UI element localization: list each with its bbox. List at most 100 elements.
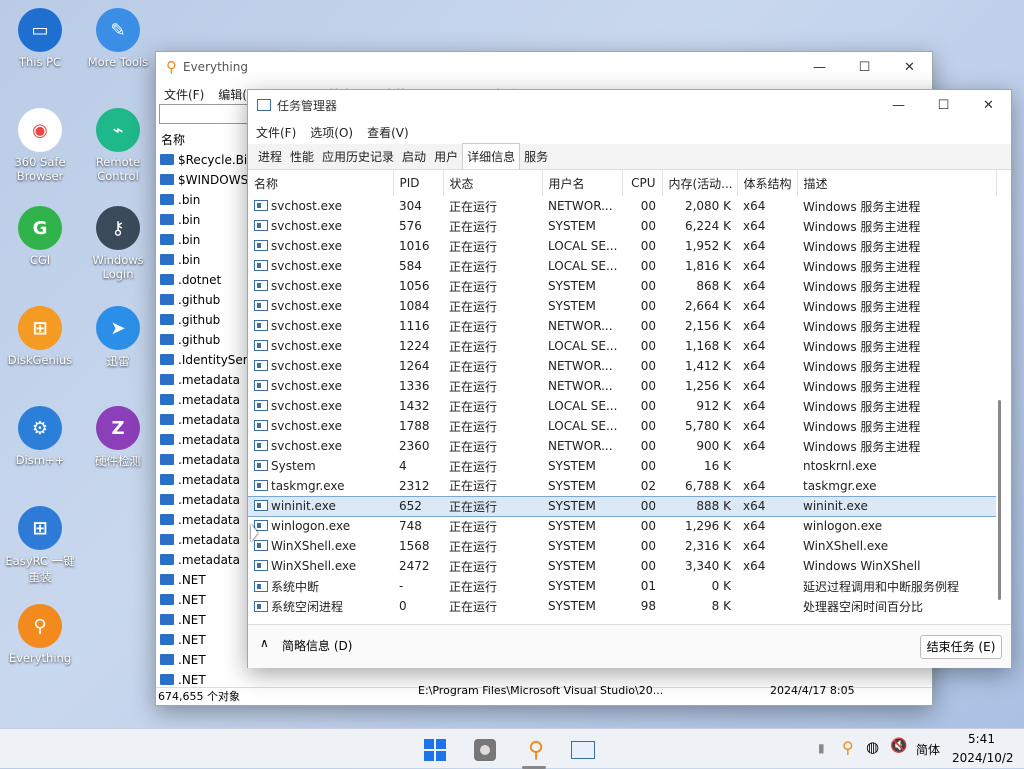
column-header-name[interactable]: 名称 bbox=[156, 130, 248, 150]
list-item[interactable]: $WINDOWS.~BT bbox=[156, 170, 248, 190]
end-task-button[interactable]: 结束任务 (E) bbox=[920, 635, 1002, 659]
table-row[interactable]: svchost.exe 1056 正在运行 SYSTEM 00 868 K x64 Windo… bbox=[248, 276, 996, 296]
chevron-up-icon[interactable]: ∧ bbox=[260, 636, 269, 650]
scrollbar-thumb[interactable] bbox=[998, 400, 1001, 600]
list-item[interactable]: .metadata bbox=[156, 470, 248, 490]
table-row[interactable]: svchost.exe 1336 正在运行 NETWOR... 00 1,256 K x64… bbox=[248, 376, 996, 396]
tab[interactable]: 应用历史记录 bbox=[318, 144, 398, 169]
column-header[interactable]: 内存(活动... bbox=[662, 170, 738, 196]
list-item[interactable]: .bin bbox=[156, 250, 248, 270]
minimize-icon[interactable]: — bbox=[876, 90, 921, 120]
list-item[interactable]: .metadata bbox=[156, 410, 248, 430]
table-row[interactable]: svchost.exe 1264 正在运行 NETWOR... 00 1,412 K x64… bbox=[248, 356, 996, 376]
table-row[interactable]: svchost.exe 576 正在运行 SYSTEM 00 6,224 K x64 Wind… bbox=[248, 216, 996, 236]
menu-item[interactable]: 文件(F) bbox=[164, 86, 204, 103]
desktop-icon[interactable]: Z 硬件检测 bbox=[78, 406, 158, 469]
list-item[interactable]: .metadata bbox=[156, 450, 248, 470]
maximize-icon[interactable]: ☐ bbox=[842, 52, 887, 82]
list-item[interactable]: .metadata bbox=[156, 530, 248, 550]
desktop-icon[interactable]: ✎ More Tools bbox=[78, 8, 158, 69]
list-item[interactable]: .github bbox=[156, 290, 248, 310]
column-header[interactable]: 名称 bbox=[248, 170, 394, 196]
desktop-icon[interactable]: ⊞ EasyRC 一键重装 bbox=[0, 506, 80, 585]
desktop-icon[interactable]: G CGI bbox=[0, 206, 80, 267]
list-item[interactable]: .NET bbox=[156, 610, 248, 630]
tab[interactable]: 启动 bbox=[398, 144, 430, 169]
list-item[interactable]: .NET bbox=[156, 590, 248, 610]
list-item[interactable]: .bin bbox=[156, 230, 248, 250]
desktop-icon[interactable]: ◉ 360 Safe Browser bbox=[0, 108, 80, 183]
brief-info-link[interactable]: 简略信息 (D) bbox=[282, 637, 352, 654]
list-item[interactable]: .metadata bbox=[156, 370, 248, 390]
table-row[interactable]: winlogon.exe 748 正在运行 SYSTEM 00 1,296 K x64 win… bbox=[248, 516, 996, 536]
table-row[interactable]: svchost.exe 1016 正在运行 LOCAL SE... 00 1,952 K x… bbox=[248, 236, 996, 256]
table-row[interactable]: 系统中断 - 正在运行 SYSTEM 01 0 K 延迟过程调用和中断服务例程 bbox=[248, 576, 996, 596]
list-item[interactable]: .NET bbox=[156, 650, 248, 670]
column-header[interactable]: CPU bbox=[622, 170, 663, 196]
tab[interactable]: 服务 bbox=[520, 144, 552, 169]
table-row[interactable]: svchost.exe 1224 正在运行 LOCAL SE... 00 1,168 K x… bbox=[248, 336, 996, 356]
start-icon[interactable] bbox=[422, 737, 448, 763]
table-row[interactable]: svchost.exe 1788 正在运行 LOCAL SE... 00 5,780 K x… bbox=[248, 416, 996, 436]
taskmgr-taskbar-icon[interactable] bbox=[570, 737, 596, 763]
list-item[interactable]: .metadata bbox=[156, 510, 248, 530]
list-item[interactable]: .bin bbox=[156, 210, 248, 230]
tab[interactable]: 进程 bbox=[254, 144, 286, 169]
minimize-icon[interactable]: — bbox=[797, 52, 842, 82]
maximize-icon[interactable]: ☐ bbox=[921, 90, 966, 120]
desktop-icon[interactable]: ⚲ Everything bbox=[0, 604, 80, 665]
close-icon[interactable]: ✕ bbox=[887, 52, 932, 82]
column-header[interactable]: 体系结构 bbox=[737, 170, 798, 196]
list-item[interactable]: .IdentityService bbox=[156, 350, 248, 370]
table-row[interactable]: wininit.exe 652 正在运行 SYSTEM 00 888 K x64 winini… bbox=[248, 495, 996, 517]
ime-indicator[interactable]: 简体 bbox=[916, 741, 940, 758]
table-row[interactable]: 系统空闲进程 0 正在运行 SYSTEM 98 8 K 处理器空闲时间百分比 bbox=[248, 596, 996, 612]
list-item[interactable]: .dotnet bbox=[156, 270, 248, 290]
table-row[interactable]: svchost.exe 1116 正在运行 NETWOR... 00 2,156 K x64… bbox=[248, 316, 996, 336]
column-header[interactable]: PID bbox=[393, 170, 444, 196]
column-header[interactable]: 用户名 bbox=[542, 170, 623, 196]
search-input[interactable] bbox=[159, 104, 251, 124]
network-icon[interactable]: ◍ bbox=[866, 738, 879, 756]
list-item[interactable]: .metadata bbox=[156, 490, 248, 510]
table-row[interactable]: WinXShell.exe 2472 正在运行 SYSTEM 00 3,340 K x64 W… bbox=[248, 556, 996, 576]
table-row[interactable]: System 4 正在运行 SYSTEM 00 16 K ntoskrnl.exe bbox=[248, 456, 996, 476]
list-item[interactable]: .NET bbox=[156, 630, 248, 650]
column-header[interactable]: 描述 bbox=[797, 170, 997, 196]
list-item[interactable]: .bin bbox=[156, 190, 248, 210]
menu-item[interactable]: 文件(F) bbox=[256, 124, 296, 141]
desktop-icon[interactable]: ⌁ Remote Control bbox=[78, 108, 158, 183]
table-row[interactable]: svchost.exe 304 正在运行 NETWOR... 00 2,080 K x64 W… bbox=[248, 196, 996, 216]
list-item[interactable]: .github bbox=[156, 330, 248, 350]
list-item[interactable]: .metadata bbox=[156, 550, 248, 570]
everything-titlebar[interactable]: ⚲ Everything — ☐ ✕ bbox=[156, 52, 932, 82]
taskmgr-titlebar[interactable]: 任务管理器 — ☐ ✕ bbox=[248, 90, 1011, 120]
table-row[interactable]: taskmgr.exe 2312 正在运行 SYSTEM 02 6,788 K x64 tas… bbox=[248, 476, 996, 496]
table-row[interactable]: svchost.exe 584 正在运行 LOCAL SE... 00 1,816 K x6… bbox=[248, 256, 996, 276]
list-item[interactable]: $Recycle.Bin bbox=[156, 150, 248, 170]
vertical-scrollbar[interactable] bbox=[993, 196, 1007, 612]
tab[interactable]: 用户 bbox=[430, 144, 462, 169]
table-row[interactable]: WinXShell.exe 1568 正在运行 SYSTEM 00 2,316 K x64 W… bbox=[248, 536, 996, 556]
menu-item[interactable]: 选项(O) bbox=[310, 124, 353, 141]
list-item[interactable]: .metadata bbox=[156, 430, 248, 450]
desktop-icon[interactable]: ⚷ Windows Login bbox=[78, 206, 158, 281]
everything-taskbar-icon[interactable]: ⚲ bbox=[523, 737, 549, 763]
tab[interactable]: 性能 bbox=[286, 144, 318, 169]
notification-icon[interactable]: ▮ bbox=[818, 741, 825, 755]
table-row[interactable]: svchost.exe 1432 正在运行 LOCAL SE... 00 912 K x64… bbox=[248, 396, 996, 416]
menu-item[interactable]: 查看(V) bbox=[367, 124, 409, 141]
list-item[interactable]: .github bbox=[156, 310, 248, 330]
volume-muted-icon[interactable]: 🔇 bbox=[890, 738, 907, 754]
desktop-icon[interactable]: ▭ This PC bbox=[0, 8, 80, 69]
close-icon[interactable]: ✕ bbox=[966, 90, 1011, 120]
column-header[interactable]: 状态 bbox=[443, 170, 543, 196]
list-item[interactable]: .metadata bbox=[156, 390, 248, 410]
table-row[interactable]: svchost.exe 1084 正在运行 SYSTEM 00 2,664 K x64 Win… bbox=[248, 296, 996, 316]
tab[interactable]: 详细信息 bbox=[462, 143, 521, 169]
clock-date[interactable]: 2024/10/2 bbox=[952, 751, 1014, 765]
list-item[interactable]: .NET bbox=[156, 570, 248, 590]
desktop-icon[interactable]: ➤ 迅雷 bbox=[78, 306, 158, 369]
everything-tray-icon[interactable]: ⚲ bbox=[842, 738, 854, 757]
desktop-icon[interactable]: ⊞ DiskGenius bbox=[0, 306, 80, 367]
